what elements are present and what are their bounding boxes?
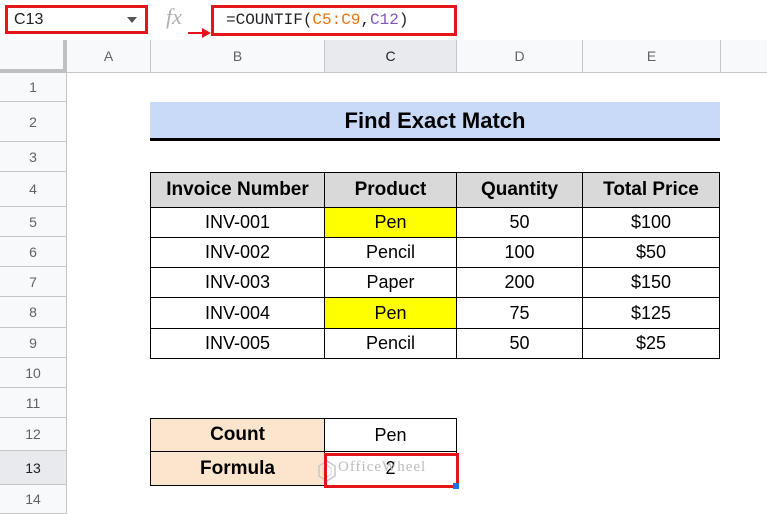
fx-icon: fx: [166, 4, 182, 29]
arrow-right-icon: [188, 28, 211, 38]
table-cell[interactable]: Pen: [324, 297, 457, 329]
formula-suffix: ): [398, 11, 409, 29]
fill-handle[interactable]: [453, 483, 459, 489]
row-header-8[interactable]: 8: [0, 297, 67, 328]
table-cell[interactable]: 100: [456, 237, 583, 268]
name-box[interactable]: C13: [5, 5, 148, 34]
table-cell[interactable]: Pencil: [324, 237, 457, 268]
table-cell[interactable]: Pencil: [324, 328, 457, 359]
table-cell[interactable]: 50: [456, 207, 583, 238]
chevron-down-icon[interactable]: [127, 17, 137, 23]
row-header-3[interactable]: 3: [0, 142, 67, 172]
row-header-14[interactable]: 14: [0, 485, 67, 514]
table-cell[interactable]: 50: [456, 328, 583, 359]
column-header-e[interactable]: E: [583, 40, 721, 73]
header-total-price[interactable]: Total Price: [582, 172, 720, 208]
row-header-9[interactable]: 9: [0, 328, 67, 358]
header-invoice-number[interactable]: Invoice Number: [150, 172, 325, 208]
table-cell[interactable]: INV-002: [150, 237, 325, 268]
selected-cell-highlight: [324, 453, 459, 488]
sheet-title[interactable]: Find Exact Match: [150, 102, 720, 141]
row-header-1[interactable]: 1: [0, 73, 67, 102]
row-header-10[interactable]: 10: [0, 358, 67, 388]
count-criteria-cell[interactable]: Pen: [324, 418, 457, 452]
table-cell[interactable]: 200: [456, 267, 583, 298]
formula-range-ref: C5:C9: [312, 11, 361, 29]
formula-separator: ,: [360, 11, 371, 29]
table-cell[interactable]: $150: [582, 267, 720, 298]
table-cell[interactable]: INV-004: [150, 297, 325, 329]
table-cell[interactable]: 75: [456, 297, 583, 329]
row-header-13[interactable]: 13: [0, 451, 67, 485]
table-cell[interactable]: $25: [582, 328, 720, 359]
row-header-6[interactable]: 6: [0, 237, 67, 267]
row-header-5[interactable]: 5: [0, 207, 67, 237]
header-quantity[interactable]: Quantity: [456, 172, 583, 208]
table-cell[interactable]: Paper: [324, 267, 457, 298]
row-header-11[interactable]: 11: [0, 388, 67, 418]
table-cell[interactable]: $50: [582, 237, 720, 268]
column-header-a[interactable]: A: [67, 40, 151, 73]
row-header-12[interactable]: 12: [0, 418, 67, 451]
table-cell[interactable]: $100: [582, 207, 720, 238]
select-all-corner[interactable]: [0, 40, 67, 73]
row-header-4[interactable]: 4: [0, 172, 67, 207]
table-cell[interactable]: $125: [582, 297, 720, 329]
row-header-7[interactable]: 7: [0, 267, 67, 297]
column-header-d[interactable]: D: [457, 40, 583, 73]
formula-bar: C13 fx =COUNTIF(C5:C9,C12): [0, 0, 767, 41]
formula-label[interactable]: Formula: [150, 451, 325, 486]
table-cell[interactable]: INV-005: [150, 328, 325, 359]
formula-cell-ref: C12: [370, 11, 399, 29]
header-product[interactable]: Product: [324, 172, 457, 208]
table-cell[interactable]: Pen: [324, 207, 457, 238]
count-label[interactable]: Count: [150, 418, 325, 452]
table-cell[interactable]: INV-003: [150, 267, 325, 298]
table-cell[interactable]: INV-001: [150, 207, 325, 238]
column-header-b[interactable]: B: [151, 40, 325, 73]
column-header-f[interactable]: [721, 40, 767, 73]
name-box-value: C13: [14, 11, 44, 28]
formula-prefix: =COUNTIF(: [226, 11, 313, 29]
formula-input[interactable]: =COUNTIF(C5:C9,C12): [211, 5, 457, 36]
row-header-2[interactable]: 2: [0, 102, 67, 142]
column-header-c[interactable]: C: [325, 40, 457, 73]
